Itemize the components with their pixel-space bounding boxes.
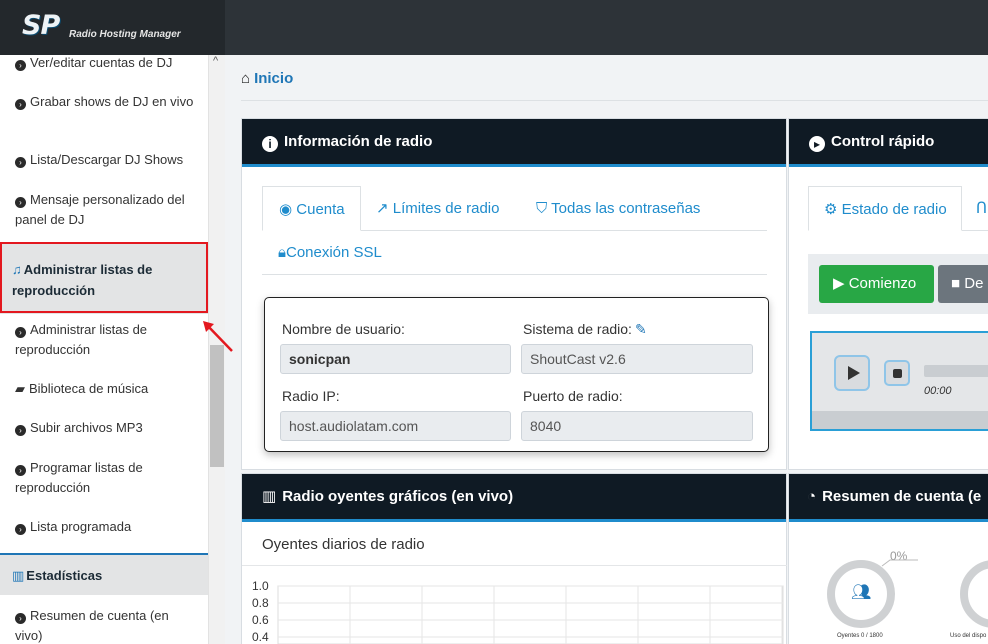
panel-header: i Información de radio: [242, 119, 786, 167]
info-icon: i: [262, 136, 278, 152]
stop-button[interactable]: ■ De: [938, 265, 988, 303]
player-progress[interactable]: [924, 365, 988, 377]
chevron-circle-icon: ›: [15, 197, 26, 208]
disk-donut-label: Uso del dispo: [950, 633, 987, 639]
play-circle-icon: ▶: [833, 275, 845, 292]
breadcrumb[interactable]: ⌂ Inicio: [241, 70, 293, 87]
chevron-circle-icon: ›: [15, 157, 26, 168]
audio-player: 00:00: [810, 331, 988, 431]
pie-chart-icon: ◔: [807, 488, 817, 505]
user-circle-icon: ◉: [279, 201, 293, 218]
account-info-card: Nombre de usuario: sonicpan Sistema de r…: [264, 297, 769, 452]
divider: [241, 100, 988, 101]
play-circle-icon: ▸: [809, 136, 825, 152]
tab-bar-line: [962, 230, 988, 231]
sidebar-item-music-library[interactable]: ▰ Biblioteca de música: [15, 379, 195, 399]
chart-y-tick: 0.4: [252, 630, 269, 644]
highlight-annotation: [0, 242, 208, 313]
sidebar-item-manage-playlists[interactable]: › Administrar listas de reproducción: [15, 320, 195, 360]
bar-chart-icon: ▥: [262, 488, 277, 505]
chart-y-tick: 0.6: [252, 613, 269, 627]
system-label: Sistema de radio: ✎: [523, 321, 647, 337]
lock-icon: 🔒︎: [278, 244, 286, 261]
player-time: 00:00: [924, 385, 952, 397]
arrow-annotation: [203, 321, 233, 352]
panel-header: ▸ Control rápido: [789, 119, 988, 167]
pencil-icon[interactable]: ✎: [635, 321, 647, 337]
chevron-up-icon[interactable]: ^: [213, 55, 218, 67]
scrollbar-thumb[interactable]: [210, 345, 224, 467]
chevron-circle-icon: ›: [15, 524, 26, 535]
sidebar-item-dj-message[interactable]: › Mensaje personalizado del panel de DJ: [15, 190, 195, 230]
player-footer: [812, 411, 988, 429]
listeners-chart: 1.0 0.8 0.6 0.4: [252, 579, 784, 644]
chart-plot-area: [277, 585, 784, 644]
chevron-circle-icon: ›: [15, 425, 26, 436]
chevron-circle-icon: ›: [15, 99, 26, 110]
stop-circle-icon: ■: [951, 275, 961, 292]
sidebar-item-edit-dj[interactable]: › Ver/editar cuentas de DJ: [15, 55, 195, 73]
sidebar-item-account-summary[interactable]: › Resumen de cuenta (en vivo): [15, 606, 195, 644]
users-icon: 👥︎: [851, 584, 872, 601]
start-button[interactable]: ▶ Comienzo: [819, 265, 934, 303]
panel-header: ▥ Radio oyentes gráficos (en vivo): [242, 474, 786, 522]
stop-icon: [893, 369, 902, 378]
play-icon: [848, 366, 860, 380]
chevron-circle-icon: ›: [15, 613, 26, 624]
logo[interactable]: SP Radio Hosting Manager: [0, 0, 225, 55]
panel-header: ◔ Resumen de cuenta (e: [789, 474, 988, 522]
percent-connector: [881, 559, 918, 567]
tab-headphones-icon[interactable]: ᑎ: [976, 199, 987, 219]
play-button[interactable]: [834, 355, 870, 391]
sidebar: › Ver/editar cuentas de DJ › Grabar shows …: [0, 55, 209, 644]
tab-bar-line: [262, 274, 767, 275]
username-label: Nombre de usuario:: [282, 321, 405, 337]
chevron-circle-icon: ›: [15, 60, 26, 71]
sidebar-item-dj-shows[interactable]: › Lista/Descargar DJ Shows: [15, 150, 195, 170]
bar-chart-icon: ▥: [12, 568, 25, 583]
username-field[interactable]: sonicpan: [280, 344, 511, 374]
sidebar-item-record-dj[interactable]: › Grabar shows de DJ en vivo: [15, 92, 195, 112]
line-chart-icon: ↗: [376, 200, 389, 217]
sidebar-section-stats[interactable]: ▥ Estadísticas: [0, 553, 208, 595]
port-label: Puerto de radio:: [523, 388, 623, 404]
logo-mark: SP: [22, 10, 60, 41]
folder-open-icon: ▰: [15, 381, 25, 396]
shield-icon: ⛉: [536, 200, 548, 217]
player-stop-button[interactable]: [884, 360, 910, 386]
tab-ssl[interactable]: 🔒︎Conexión SSL: [278, 243, 382, 263]
listeners-donut-label: Oyentes 0 / 1800: [837, 633, 883, 639]
sidebar-item-upload-mp3[interactable]: › Subir archivos MP3: [15, 418, 195, 438]
top-bar: SP Radio Hosting Manager: [0, 0, 988, 55]
tab-radio-limits[interactable]: ↗ Límites de radio: [376, 199, 499, 219]
listeners-donut: 👥︎: [827, 560, 895, 628]
ip-field[interactable]: host.audiolatam.com: [280, 411, 511, 441]
port-field[interactable]: 8040: [521, 411, 753, 441]
chevron-circle-icon: ›: [15, 465, 26, 476]
chart-y-tick: 1.0: [252, 579, 269, 593]
sidebar-item-schedule-playlists[interactable]: › Programar listas de reproducción: [15, 458, 195, 498]
gear-icon: ⚙: [824, 201, 838, 218]
tab-bar-line: [361, 230, 767, 231]
chart-y-tick: 0.8: [252, 596, 269, 610]
tab-account[interactable]: ◉ Cuenta: [262, 186, 361, 231]
ip-label: Radio IP:: [282, 388, 340, 404]
chart-title: Oyentes diarios de radio: [262, 536, 425, 553]
chevron-circle-icon: ›: [15, 327, 26, 338]
tab-passwords[interactable]: ⛉ Todas las contraseñas: [536, 199, 700, 219]
tab-radio-status[interactable]: ⚙ Estado de radio: [808, 186, 962, 231]
sidebar-item-scheduled-list[interactable]: › Lista programada: [15, 517, 195, 537]
home-icon: ⌂: [241, 70, 251, 87]
logo-subtitle: Radio Hosting Manager: [69, 29, 181, 40]
breadcrumb-home[interactable]: Inicio: [254, 70, 293, 87]
system-field[interactable]: ShoutCast v2.6: [521, 344, 753, 374]
